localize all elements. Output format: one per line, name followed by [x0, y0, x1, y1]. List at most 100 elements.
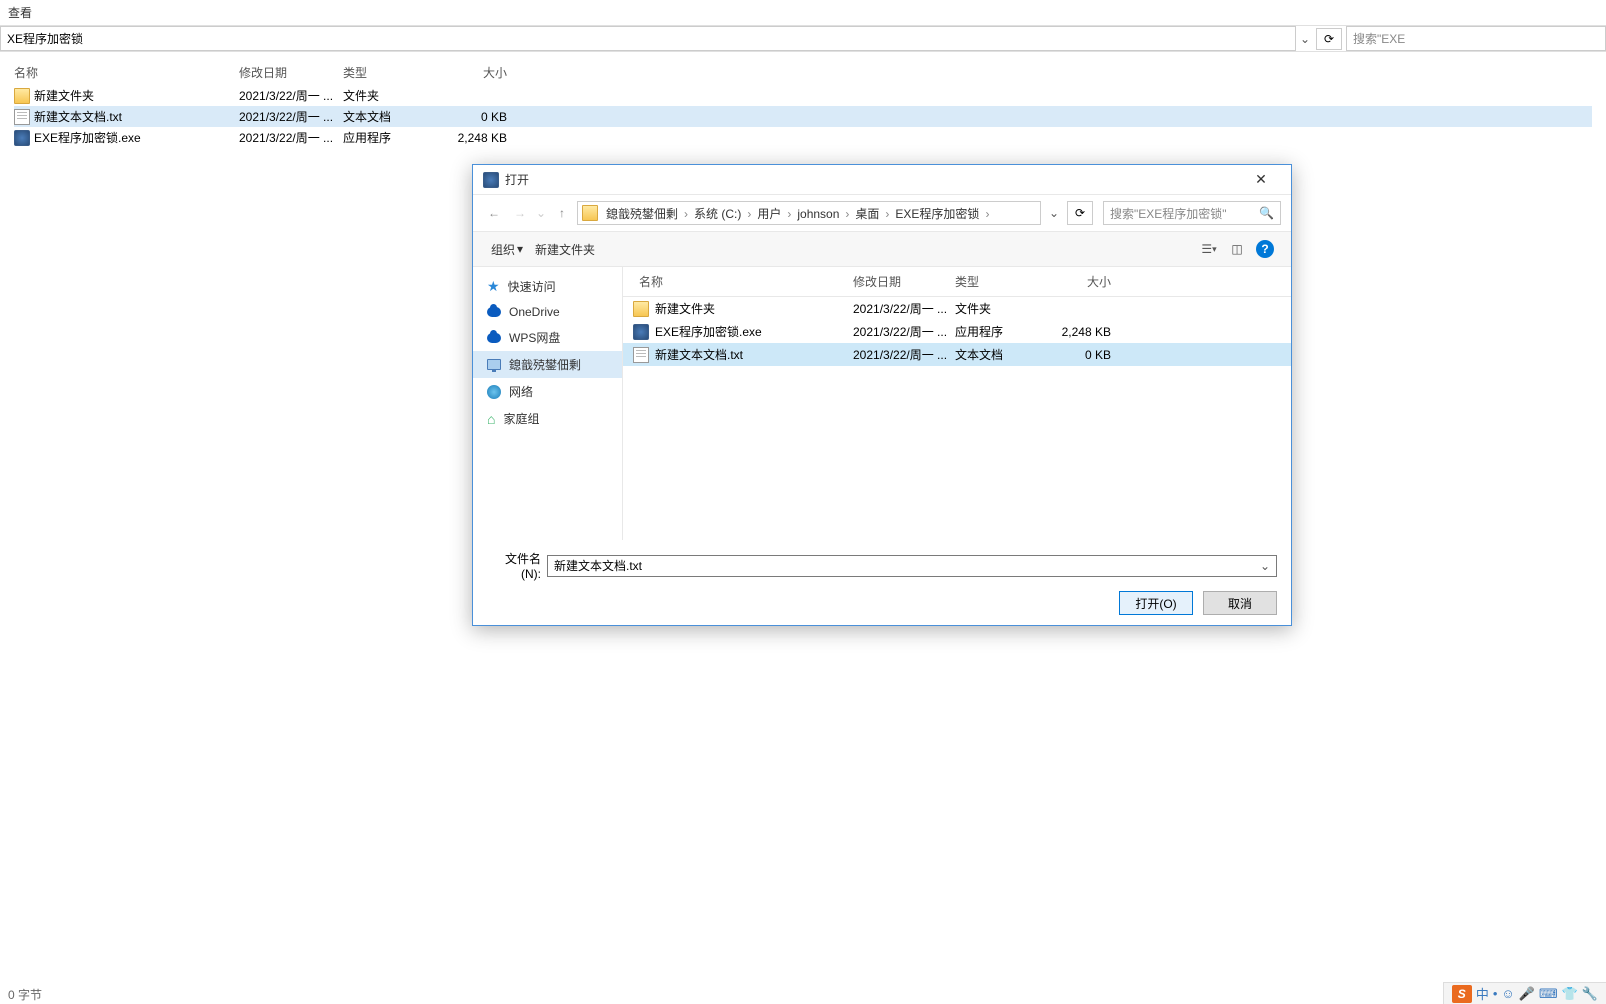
file-type: 应用程序 [343, 129, 437, 146]
up-button[interactable]: ↑ [551, 202, 573, 224]
file-icon [633, 347, 649, 363]
open-button[interactable]: 打开(O) [1119, 591, 1193, 615]
breadcrumb-item[interactable]: EXE程序加密锁 [891, 207, 983, 221]
cancel-button[interactable]: 取消 [1203, 591, 1277, 615]
ime-skin-icon[interactable]: 👕 [1562, 986, 1578, 1002]
header-type[interactable]: 类型 [343, 64, 437, 81]
file-row[interactable]: 新建文本文档.txt2021/3/22/周一 ...文本文档0 KB [14, 106, 1592, 127]
header-date[interactable]: 修改日期 [239, 64, 343, 81]
filename-value: 新建文本文档.txt [554, 557, 642, 574]
file-date: 2021/3/22/周一 ... [239, 87, 343, 104]
preview-pane-button[interactable]: ◫ [1223, 238, 1251, 260]
column-headers: 名称 修改日期 类型 大小 [14, 60, 1592, 85]
header-type[interactable]: 类型 [955, 273, 1053, 290]
search-placeholder: 搜索"EXE程序加密锁" [1110, 205, 1259, 222]
file-name: 新建文本文档.txt [34, 108, 122, 125]
path-text: XE程序加密锁 [7, 30, 83, 47]
file-name: 新建文件夹 [655, 300, 715, 317]
file-row[interactable]: EXE程序加密锁.exe2021/3/22/周一 ...应用程序2,248 KB [623, 320, 1291, 343]
dialog-toolbar: 组织▾ 新建文件夹 ☰▾ ◫ ? [473, 231, 1291, 267]
chevron-right-icon[interactable]: › [682, 207, 690, 221]
chevron-right-icon[interactable]: › [983, 207, 991, 221]
refresh-icon: ⟳ [1075, 206, 1085, 220]
sidebar-item[interactable]: 网络 [473, 378, 622, 405]
file-size: 0 KB [1053, 348, 1111, 362]
file-row[interactable]: 新建文件夹 2021/3/22/周一 ...文件夹 [623, 297, 1291, 320]
ime-mic-icon[interactable]: 🎤 [1519, 986, 1535, 1002]
file-row[interactable]: 新建文件夹2021/3/22/周一 ...文件夹 [14, 85, 1592, 106]
chevron-down-icon[interactable]: ⌄ [1260, 559, 1270, 573]
sidebar-item[interactable]: OneDrive [473, 300, 622, 324]
app-icon [483, 172, 499, 188]
breadcrumb-bar[interactable]: 鎴戠殑鐢佃剰›系统 (C:)›用户›johnson›桌面›EXE程序加密锁› [577, 201, 1041, 225]
recent-dropdown-icon[interactable]: ⌄ [535, 202, 547, 224]
ime-tool-icon[interactable]: 🔧 [1582, 986, 1598, 1002]
sidebar-label: 网络 [509, 383, 533, 400]
open-file-dialog: 打开 ✕ ← → ⌄ ↑ 鎴戠殑鐢佃剰›系统 (C:)›用户›johnson›桌… [472, 164, 1292, 626]
breadcrumb-item[interactable]: 系统 (C:) [690, 207, 745, 221]
folder-icon [14, 88, 30, 104]
view-tab[interactable]: 查看 [0, 0, 1606, 26]
new-folder-button[interactable]: 新建文件夹 [529, 239, 601, 260]
file-type: 文件夹 [955, 300, 1053, 317]
search-icon: 🔍 [1259, 206, 1274, 220]
organize-button[interactable]: 组织▾ [485, 239, 529, 260]
dialog-search-field[interactable]: 搜索"EXE程序加密锁" 🔍 [1103, 201, 1281, 225]
folder-icon [633, 301, 649, 317]
file-name: EXE程序加密锁.exe [655, 323, 762, 340]
ime-toolbar[interactable]: S 中 • ☺ 🎤 ⌨ 👕 🔧 [1443, 982, 1606, 1004]
back-button[interactable]: ← [483, 202, 505, 224]
file-icon [14, 109, 30, 125]
ime-punct-icon[interactable]: • [1493, 986, 1498, 1001]
file-date: 2021/3/22/周一 ... [853, 323, 955, 340]
search-field[interactable]: 搜索"EXE [1346, 26, 1606, 51]
breadcrumb-item[interactable]: 桌面 [851, 207, 883, 221]
file-name: 新建文件夹 [34, 87, 94, 104]
forward-button[interactable]: → [509, 202, 531, 224]
sidebar-item[interactable]: ★快速访问 [473, 273, 622, 300]
file-size: 0 KB [437, 110, 507, 124]
file-date: 2021/3/22/周一 ... [853, 346, 955, 363]
home-icon: ⌂ [487, 411, 495, 427]
ime-face-icon[interactable]: ☺ [1501, 986, 1514, 1001]
path-field[interactable]: XE程序加密锁 [0, 26, 1296, 51]
view-options-button[interactable]: ☰▾ [1195, 238, 1223, 260]
chevron-down-icon: ▾ [517, 242, 523, 256]
sidebar-item[interactable]: ⌂家庭组 [473, 405, 622, 432]
sidebar-item[interactable]: 鎴戠殑鐢佃剰 [473, 351, 622, 378]
cloud-icon [487, 307, 501, 317]
close-button[interactable]: ✕ [1241, 171, 1281, 188]
header-size[interactable]: 大小 [437, 64, 507, 81]
cloud-icon [487, 333, 501, 343]
file-listing: 名称 修改日期 类型 大小 新建文件夹2021/3/22/周一 ...文件夹新建… [0, 52, 1606, 156]
ime-keyboard-icon[interactable]: ⌨ [1539, 986, 1558, 1002]
breadcrumb-item[interactable]: 鎴戠殑鐢佃剰 [602, 207, 682, 221]
breadcrumb-item[interactable]: 用户 [753, 207, 785, 221]
refresh-button[interactable]: ⟳ [1067, 201, 1093, 225]
header-name[interactable]: 名称 [633, 273, 853, 290]
path-dropdown-icon[interactable]: ⌄ [1045, 206, 1063, 220]
star-icon: ★ [487, 278, 500, 295]
refresh-button[interactable]: ⟳ [1316, 28, 1342, 50]
sidebar-label: OneDrive [509, 305, 560, 319]
path-dropdown-icon[interactable]: ⌄ [1296, 32, 1314, 46]
ime-lang-icon[interactable]: 中 [1476, 984, 1489, 1003]
file-date: 2021/3/22/周一 ... [853, 300, 955, 317]
ime-logo[interactable]: S [1452, 985, 1472, 1003]
header-date[interactable]: 修改日期 [853, 273, 955, 290]
monitor-icon [487, 359, 501, 370]
file-row[interactable]: 新建文本文档.txt2021/3/22/周一 ...文本文档0 KB [623, 343, 1291, 366]
filename-input[interactable]: 新建文本文档.txt ⌄ [547, 555, 1277, 577]
sidebar-item[interactable]: WPS网盘 [473, 324, 622, 351]
column-headers: 名称 修改日期 类型 大小 [623, 267, 1291, 297]
file-type: 文本文档 [343, 108, 437, 125]
file-size: 2,248 KB [437, 131, 507, 145]
breadcrumb-item[interactable]: johnson [793, 207, 843, 221]
header-name[interactable]: 名称 [14, 64, 239, 81]
file-row[interactable]: EXE程序加密锁.exe2021/3/22/周一 ...应用程序2,248 KB [14, 127, 1592, 148]
file-type: 文本文档 [955, 346, 1053, 363]
dialog-nav: ← → ⌄ ↑ 鎴戠殑鐢佃剰›系统 (C:)›用户›johnson›桌面›EXE… [473, 195, 1291, 231]
help-button[interactable]: ? [1251, 238, 1279, 260]
help-icon: ? [1256, 240, 1274, 258]
header-size[interactable]: 大小 [1053, 273, 1111, 290]
